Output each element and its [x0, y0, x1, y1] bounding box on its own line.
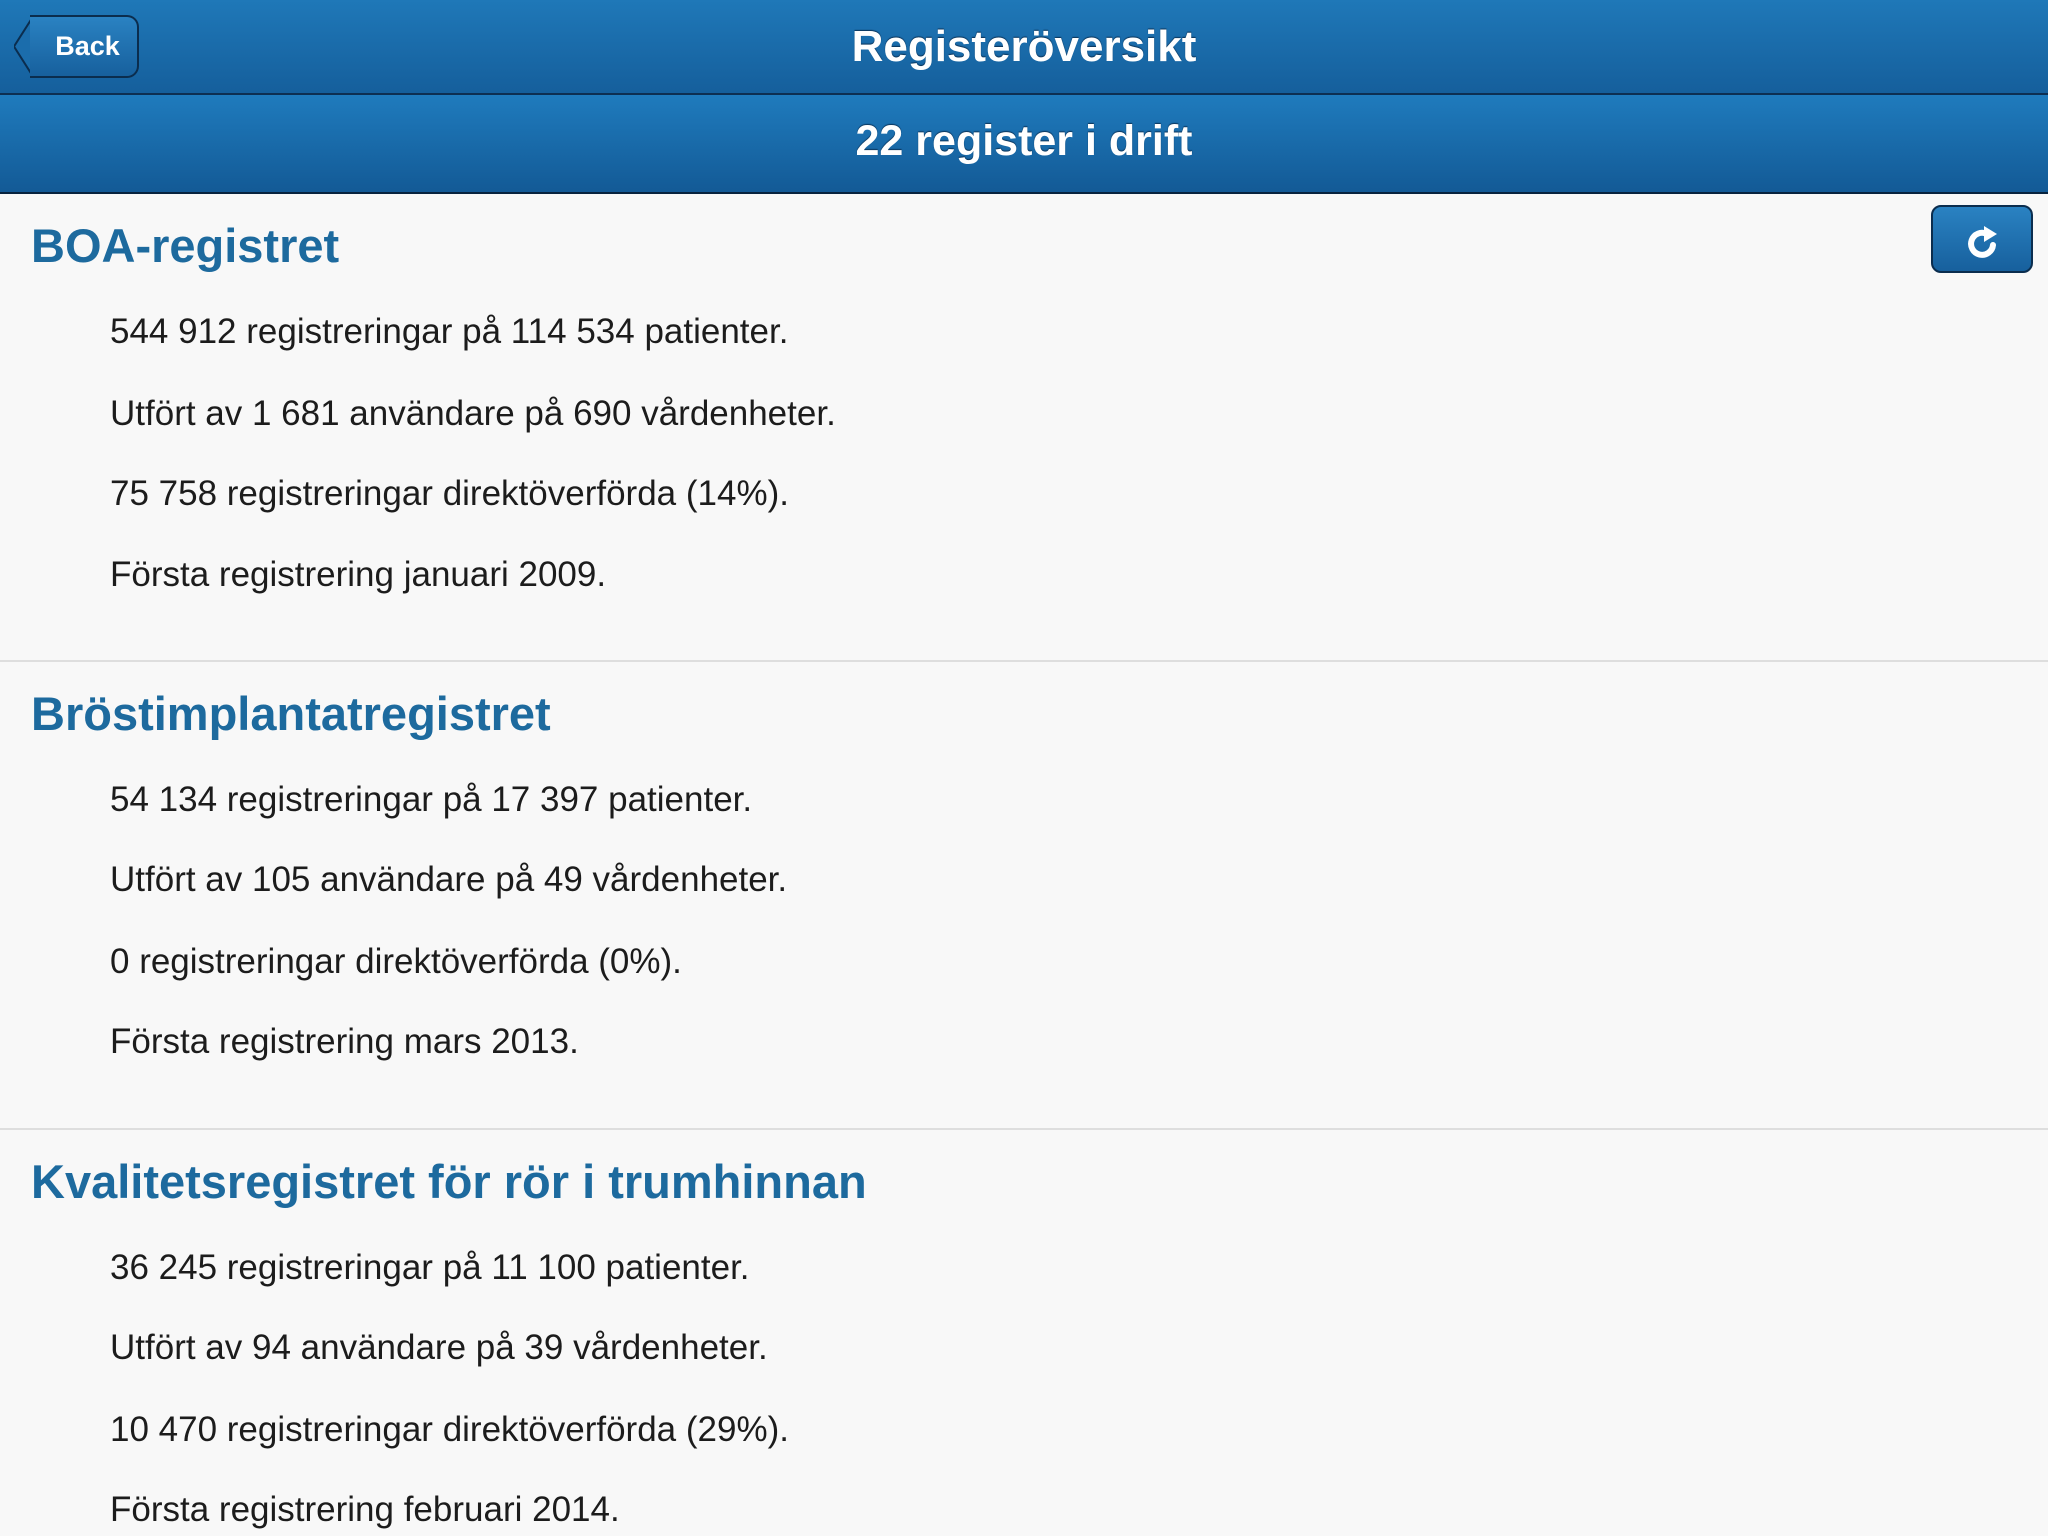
register-section: Kvalitetsregistret för rör i trumhinnan … [0, 1130, 2048, 1536]
direct-transfer-stat: 0 registreringar direktöverförda (0%). [110, 942, 682, 981]
first-registration-stat: Första registrering januari 2009. [110, 555, 607, 594]
page-title: Registeröversikt [851, 22, 1197, 71]
register-section: BOA-registret 544 912 registreringar på … [0, 194, 2048, 662]
register-name: Bröstimplantatregistret [31, 687, 551, 740]
top-navigation-bar: Back Registeröversikt [0, 0, 2048, 95]
registrations-stat: 36 245 registreringar på 11 100 patiente… [110, 1248, 750, 1287]
first-registration-stat: Första registrering februari 2014. [110, 1490, 620, 1529]
users-stat: Utfört av 105 användare på 49 vårdenhete… [110, 860, 788, 899]
users-stat: Utfört av 1 681 användare på 690 vårdenh… [110, 394, 836, 433]
register-count-title: 22 register i drift [855, 117, 1193, 165]
registrations-stat: 54 134 registreringar på 17 397 patiente… [110, 780, 753, 819]
direct-transfer-stat: 10 470 registreringar direktöverförda (2… [110, 1410, 789, 1449]
register-list: BOA-registret 544 912 registreringar på … [0, 194, 2048, 1536]
users-stat: Utfört av 94 användare på 39 vårdenheter… [110, 1328, 768, 1367]
register-section: Bröstimplantatregistret 54 134 registrer… [0, 662, 2048, 1130]
register-name: Kvalitetsregistret för rör i trumhinnan [31, 1155, 867, 1208]
first-registration-stat: Första registrering mars 2013. [110, 1022, 579, 1061]
subheader-bar: 22 register i drift [0, 95, 2048, 273]
registrations-stat: 544 912 registreringar på 114 534 patien… [110, 312, 789, 351]
register-name: BOA-registret [31, 219, 340, 272]
direct-transfer-stat: 75 758 registreringar direktöverförda (1… [110, 474, 789, 513]
